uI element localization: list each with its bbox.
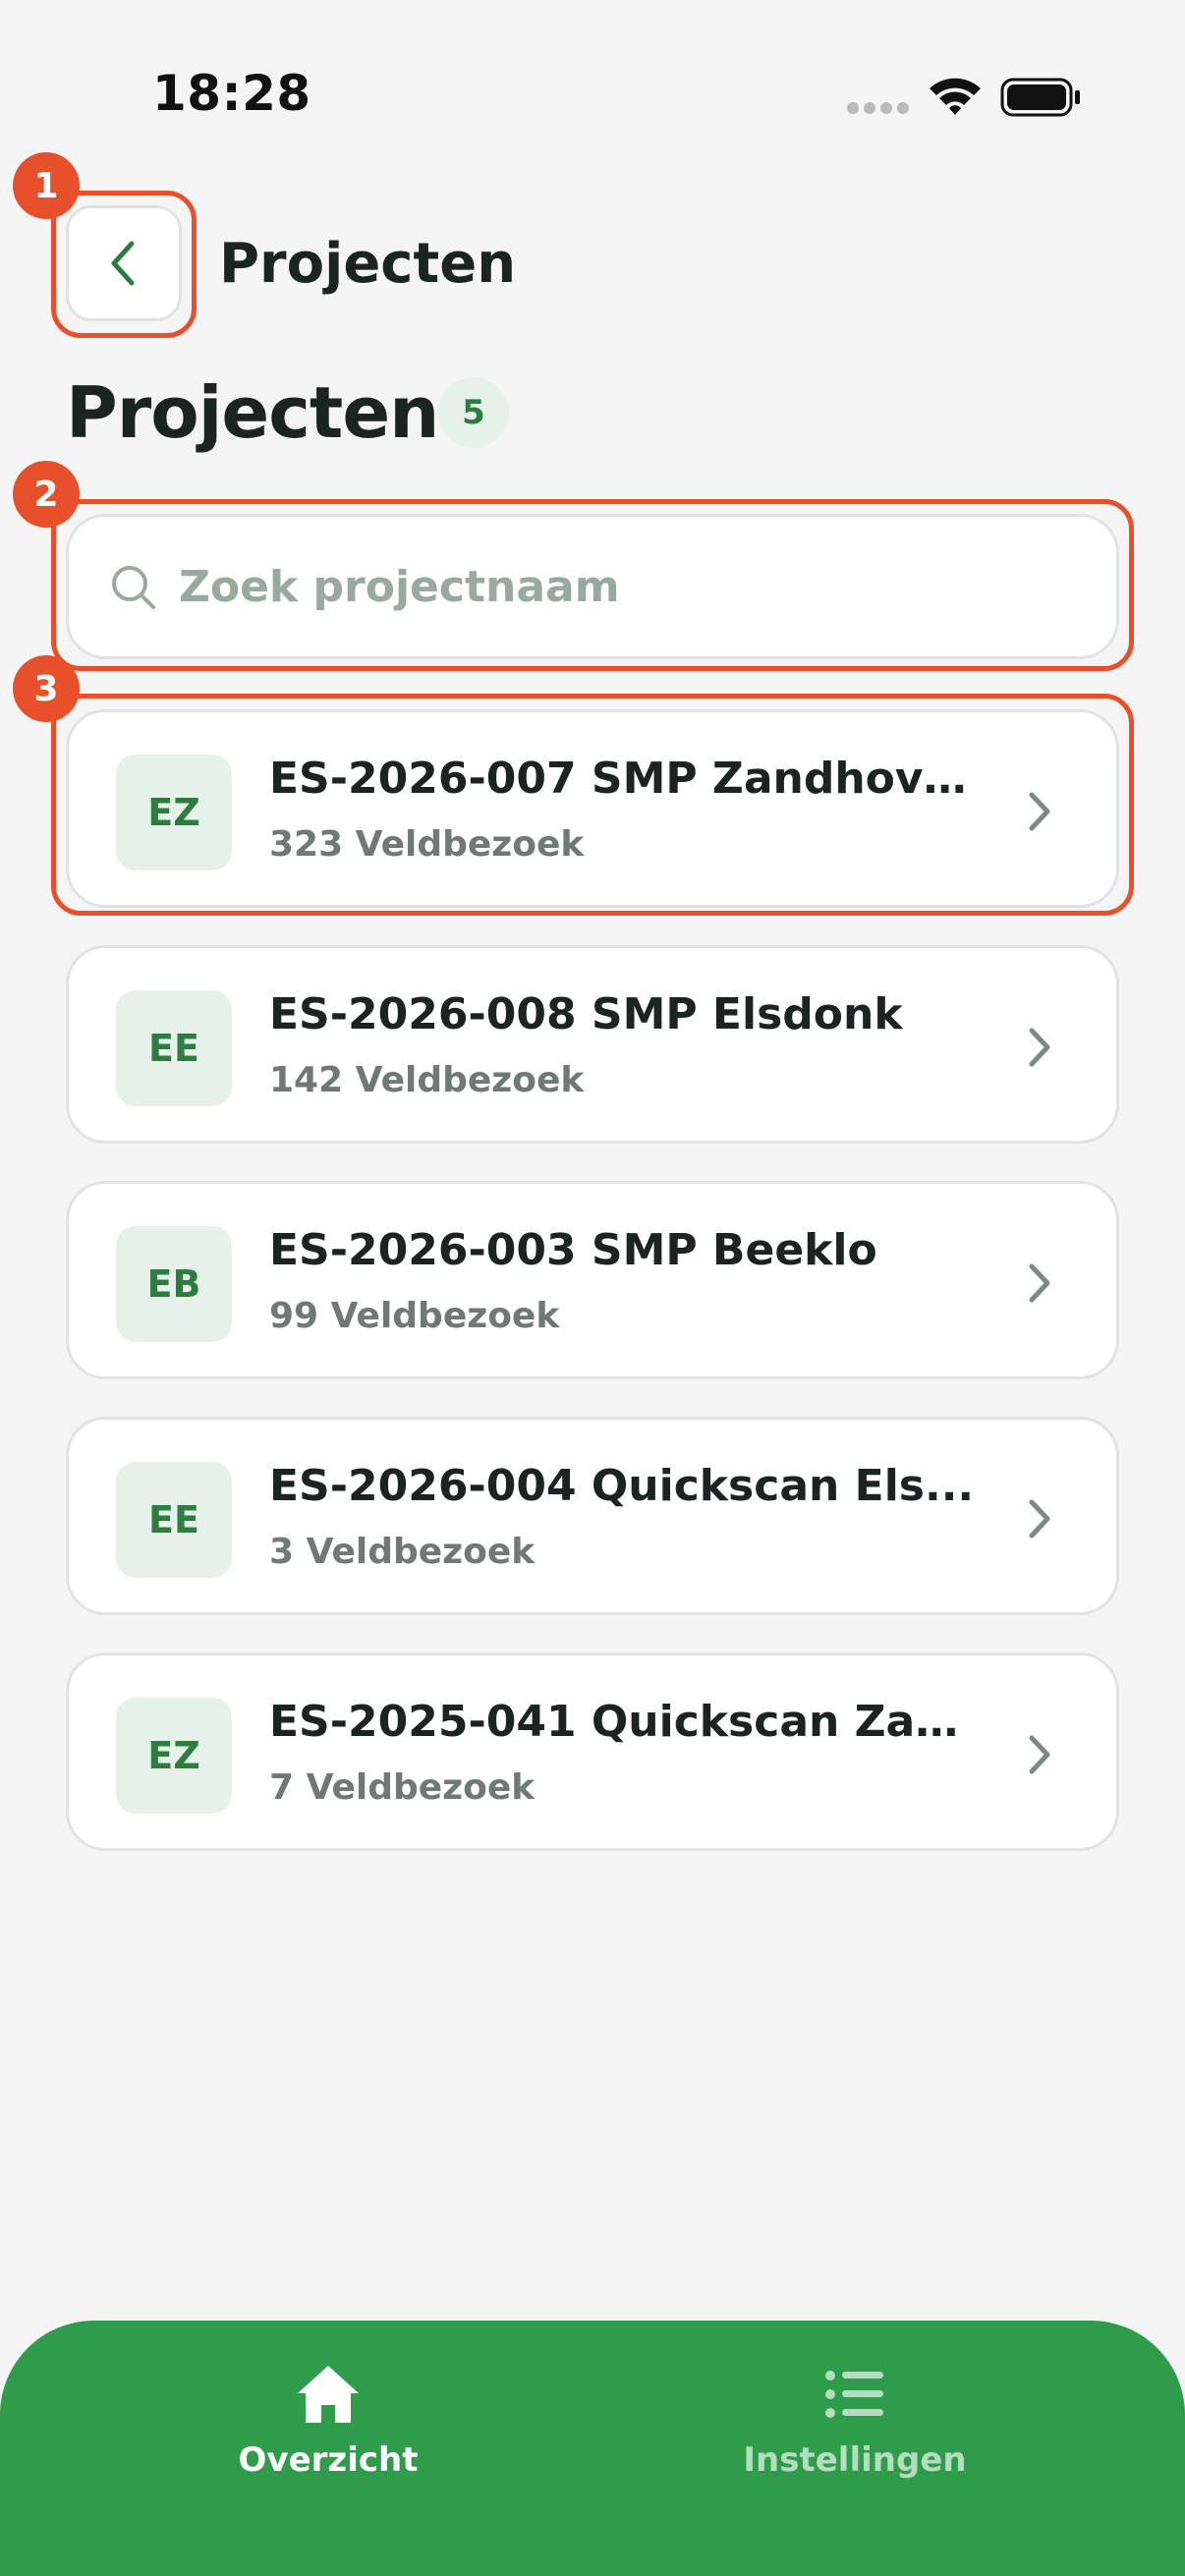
project-visit-count: 3 Veldbezoek [269,1532,536,1572]
project-name: ES-2025-041 Quickscan Zan... [269,1697,977,1747]
search-box[interactable] [66,514,1119,659]
battery-icon [1000,78,1080,117]
project-name: ES-2026-008 SMP Elsdonk [269,989,903,1039]
project-card[interactable]: EZ ES-2025-041 Quickscan Zan... 7 Veldbe… [66,1652,1119,1851]
project-visit-count: 7 Veldbezoek [269,1767,536,1808]
annotation-marker: 2 [13,461,80,528]
status-time: 18:28 [152,65,311,122]
project-card[interactable]: EZ ES-2026-007 SMP Zandhoven 323 Veldbez… [66,709,1119,908]
project-avatar: EE [116,990,232,1106]
search-icon [112,566,155,609]
chevron-left-icon [111,241,135,286]
list-icon [825,2371,883,2418]
home-icon [298,2366,359,2423]
tab-label: Instellingen [743,2440,967,2480]
project-card[interactable]: EE ES-2026-004 Quickscan Els... 3 Veldbe… [66,1417,1119,1615]
project-name: ES-2026-003 SMP Beeklo [269,1225,877,1275]
tab-instellingen[interactable]: Instellingen [649,2321,1061,2517]
annotation-marker: 1 [13,152,80,219]
project-name: ES-2026-004 Quickscan Els... [269,1461,975,1511]
status-bar: 18:28 [0,0,1185,187]
cellular-signal-icon [847,102,910,116]
project-visit-count: 142 Veldbezoek [269,1060,585,1100]
project-avatar: EZ [116,1698,232,1814]
chevron-right-icon [1029,1263,1050,1303]
header-title: Projecten [219,232,517,296]
tab-bar: Overzicht Instellingen [0,2321,1185,2576]
tab-overzicht[interactable]: Overzicht [122,2321,535,2517]
project-visit-count: 99 Veldbezoek [269,1296,560,1336]
chevron-right-icon [1029,1735,1050,1774]
chevron-right-icon [1029,792,1050,831]
project-name: ES-2026-007 SMP Zandhoven [269,754,977,804]
project-card[interactable]: EB ES-2026-003 SMP Beeklo 99 Veldbezoek [66,1181,1119,1379]
project-card[interactable]: EE ES-2026-008 SMP Elsdonk 142 Veldbezoe… [66,945,1119,1144]
search-input[interactable] [179,517,1083,656]
annotation-marker: 3 [13,655,80,722]
chevron-right-icon [1029,1028,1050,1067]
project-visit-count: 323 Veldbezoek [269,824,585,865]
project-avatar: EE [116,1462,232,1578]
page-title: Projecten [66,371,439,454]
tab-label: Overzicht [238,2440,419,2480]
chevron-right-icon [1029,1499,1050,1539]
project-avatar: EZ [116,755,232,870]
project-count-badge: 5 [438,377,509,448]
project-avatar: EB [116,1226,232,1342]
back-button[interactable] [66,205,182,321]
wifi-icon [930,78,981,115]
